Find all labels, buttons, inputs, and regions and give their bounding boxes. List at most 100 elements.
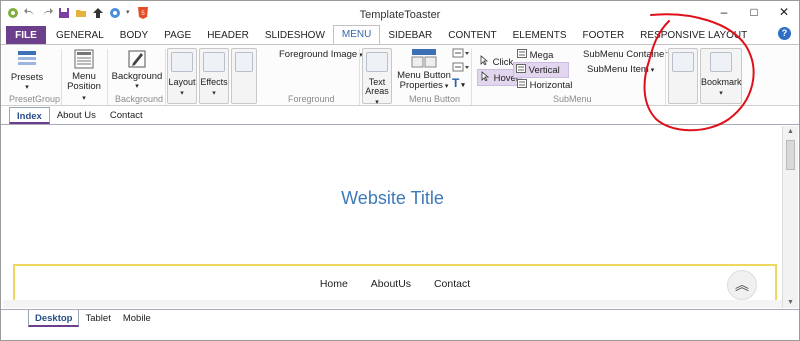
group-label-foreground: Foreground <box>288 94 335 104</box>
group-separator <box>665 49 666 105</box>
tab-content[interactable]: CONTENT <box>440 27 504 45</box>
submenu-container-dropdown[interactable]: SubMenu Container ▾ <box>583 49 673 60</box>
site-menu-contact[interactable]: Contact <box>434 278 470 290</box>
design-canvas[interactable]: Website Title Home AboutUs Contact ︽ <box>3 126 782 308</box>
chevron-down-icon: ▾ <box>25 84 29 91</box>
text-areas-label-2: Areas <box>365 86 389 96</box>
tab-slideshow[interactable]: SLIDESHOW <box>257 27 333 45</box>
menu-button-label-2: Properties <box>399 80 443 91</box>
page-tab-index[interactable]: Index <box>9 107 50 124</box>
site-menu-home[interactable]: Home <box>320 278 348 290</box>
align-dropdown-2[interactable] <box>452 62 470 75</box>
group-label-background: Background <box>115 94 164 104</box>
cursor-hover-icon <box>481 71 490 82</box>
menu-position-icon <box>74 49 94 69</box>
scroll-down-arrow-icon[interactable]: ▼ <box>783 299 798 306</box>
site-menu-aboutus[interactable]: AboutUs <box>371 278 411 290</box>
layout-button[interactable]: Layout ▾ <box>167 48 197 104</box>
tab-menu[interactable]: MENU <box>332 25 381 45</box>
tab-header[interactable]: HEADER <box>199 27 257 45</box>
chevron-down-icon: ▾ <box>212 90 216 97</box>
bookmark-button[interactable]: Bookmark ▾ <box>700 48 742 104</box>
maximize-button[interactable]: □ <box>747 5 761 19</box>
vertical-scrollbar[interactable]: ▲ ▼ <box>782 126 798 308</box>
group-separator <box>61 49 62 105</box>
page-tabs: Index About Us Contact <box>1 107 799 125</box>
effects-label: Effects <box>200 77 228 87</box>
group-label-presetgroup: PresetGroup <box>9 94 61 104</box>
effects-button[interactable]: Effects ▾ <box>199 48 229 104</box>
tab-footer[interactable]: FOOTER <box>575 27 633 45</box>
tab-file[interactable]: FILE <box>6 26 46 45</box>
submenu-horizontal-option[interactable]: Horizontal <box>515 78 574 92</box>
window-title: TemplateToaster <box>359 9 441 21</box>
tab-general[interactable]: GENERAL <box>48 27 112 45</box>
site-title[interactable]: Website Title <box>3 188 782 209</box>
blank-preview <box>672 52 694 72</box>
device-tabs: Desktop Tablet Mobile <box>1 309 799 340</box>
submenu-container-label: SubMenu Container <box>583 49 668 60</box>
align-icon <box>452 48 469 58</box>
page-tab-about-us[interactable]: About Us <box>50 107 103 124</box>
menu-button-properties-button[interactable]: Menu Button Properties ▾ <box>397 48 451 92</box>
device-tab-tablet[interactable]: Tablet <box>79 310 116 327</box>
align-icon <box>452 62 469 72</box>
font-style-dropdown[interactable]: T ▾ <box>452 76 465 90</box>
presets-button[interactable]: Presets ▾ <box>9 49 45 93</box>
group-separator <box>471 49 472 105</box>
tab-responsive-layout[interactable]: RESPONSIVE LAYOUT <box>632 27 755 45</box>
presets-label: Presets <box>10 72 44 83</box>
tab-page[interactable]: PAGE <box>156 27 199 45</box>
title-bar: ▾ 5 TemplateToaster – □ ✕ <box>1 1 799 27</box>
ribbon: Presets ▾ PresetGroup Menu Position ▾ Ba… <box>1 44 799 106</box>
blank-style-button[interactable] <box>231 48 257 104</box>
window-controls: – □ ✕ <box>717 5 791 19</box>
submenu-mega-label: Mega <box>529 50 554 61</box>
text-areas-button[interactable]: Text Areas ▾ <box>362 48 392 106</box>
submenu-item-label: SubMenu Item <box>587 64 649 75</box>
text-areas-preview <box>366 52 388 72</box>
ribbon-tabs: FILE GENERAL BODY PAGE HEADER SLIDESHOW … <box>1 25 799 45</box>
chevron-down-icon: ▾ <box>180 90 184 97</box>
tab-sidebar[interactable]: SIDEBAR <box>380 27 440 45</box>
blank-style-button[interactable] <box>668 48 698 104</box>
site-menu-items: Home AboutUs Contact <box>15 278 775 290</box>
horizontal-menu-icon <box>517 79 527 88</box>
group-separator <box>359 49 360 105</box>
scrollbar-thumb[interactable] <box>786 140 795 170</box>
chevron-down-icon: ▾ <box>648 67 655 74</box>
submenu-mega-option[interactable]: Mega <box>515 48 555 62</box>
layout-preview <box>171 52 193 72</box>
device-tab-mobile[interactable]: Mobile <box>117 310 157 327</box>
submenu-item-dropdown[interactable]: SubMenu Item ▾ <box>587 64 654 75</box>
device-tab-desktop[interactable]: Desktop <box>28 310 80 327</box>
scroll-to-top-button[interactable]: ︽ <box>727 270 757 300</box>
submenu-click-option[interactable]: Click <box>477 54 515 69</box>
horizontal-scrollbar[interactable] <box>3 300 782 308</box>
submenu-horizontal-label: Horizontal <box>529 80 573 91</box>
cursor-click-icon <box>480 55 489 66</box>
foreground-image-dropdown[interactable]: Foreground Image ▾ <box>279 49 363 60</box>
background-button[interactable]: Background ▾ <box>111 49 163 92</box>
foreground-image-label: Foreground Image <box>279 49 358 60</box>
close-button[interactable]: ✕ <box>777 5 791 19</box>
minimize-button[interactable]: – <box>717 5 731 19</box>
presets-icon <box>18 51 36 65</box>
page-tab-contact[interactable]: Contact <box>103 107 150 124</box>
mega-menu-icon <box>517 49 527 58</box>
tab-elements[interactable]: ELEMENTS <box>505 27 575 45</box>
vertical-menu-icon <box>516 64 526 73</box>
double-chevron-up-icon: ︽ <box>735 277 749 293</box>
effects-preview <box>203 52 225 72</box>
align-dropdown-1[interactable] <box>452 48 470 61</box>
group-label-submenu: SubMenu <box>553 94 592 104</box>
group-separator <box>165 49 166 105</box>
scroll-up-arrow-icon[interactable]: ▲ <box>783 128 798 135</box>
group-label-menu-button: Menu Button <box>409 94 461 104</box>
tab-body[interactable]: BODY <box>112 27 156 45</box>
menu-position-button[interactable]: Menu Position ▾ <box>65 49 103 104</box>
submenu-vertical-option[interactable]: Vertical <box>513 62 569 78</box>
background-label: Background <box>111 71 163 82</box>
help-icon[interactable]: ? <box>778 27 791 40</box>
blank-preview <box>235 52 253 72</box>
